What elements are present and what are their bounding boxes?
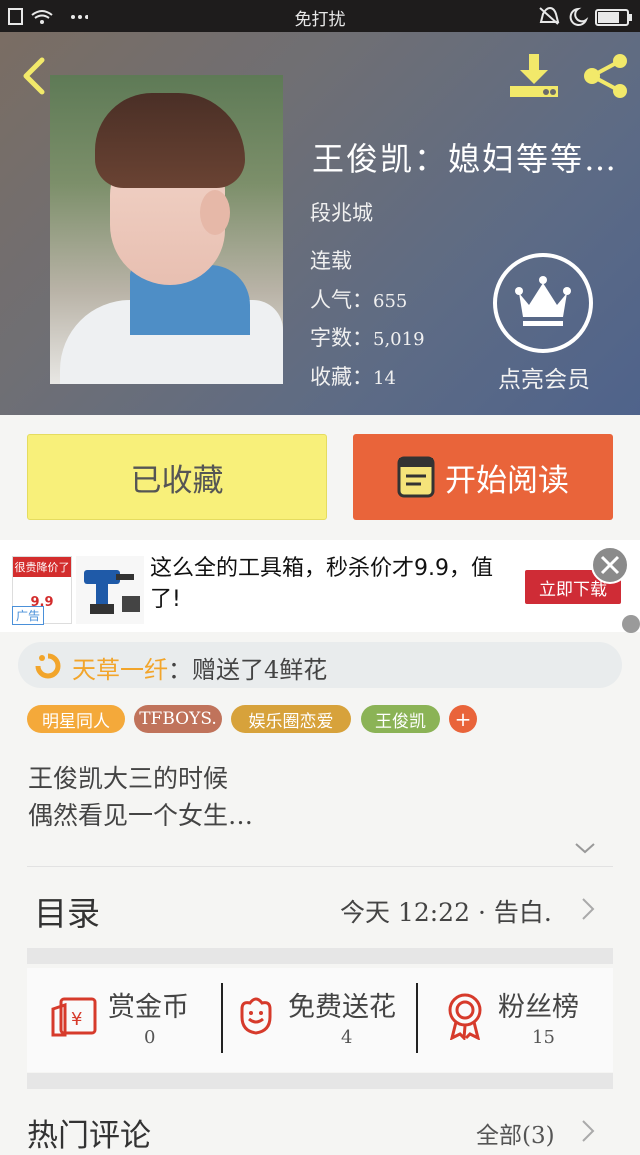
chevron-right-icon <box>582 898 595 920</box>
start-reading-button[interactable]: 开始阅读 <box>353 434 613 520</box>
divider <box>27 866 613 867</box>
hot-comments-label: 热门评论 <box>27 1118 151 1154</box>
fan-ranking-label: 粉丝榜 <box>498 992 579 1023</box>
flower-gift-icon <box>35 653 61 679</box>
book-title: 王俊凯：媳妇等等… <box>312 140 619 178</box>
summary-line-2: 偶然看见一个女生… <box>28 801 254 830</box>
share-icon[interactable] <box>580 52 632 100</box>
free-flower-value: 4 <box>341 1027 353 1048</box>
stat-separator <box>221 983 223 1053</box>
tip-coins-label: 赏金币 <box>108 992 189 1023</box>
tip-coins-value: 0 <box>144 1027 156 1048</box>
status-bar: 免打扰 <box>0 0 640 32</box>
all-comments-link[interactable]: 全部(3) <box>476 1116 555 1150</box>
stat-separator <box>416 983 418 1053</box>
section-separator <box>27 1073 613 1089</box>
favorites-row: 收藏：14 <box>310 361 396 391</box>
drill-image <box>76 556 144 624</box>
gift-user[interactable]: 天草一纤 <box>72 656 168 684</box>
book-author[interactable]: 段兆城 <box>310 197 373 227</box>
ad-text[interactable]: 这么全的工具箱，秒杀价才9.9，值了! <box>150 553 510 615</box>
summary-line-1: 王俊凯大三的时候 <box>28 764 229 793</box>
latest-chapter: 今天 12:22 · 告白. <box>340 898 552 927</box>
tag-tfboys[interactable]: TFBOYS. <box>134 705 222 733</box>
word-count-row: 字数：5,019 <box>310 322 425 352</box>
section-separator <box>27 948 613 964</box>
start-reading-label: 开始阅读 <box>445 462 569 499</box>
popularity-label: 人气： <box>310 288 373 312</box>
book-status: 连载 <box>310 249 352 273</box>
gift-message: ：赠送了4鲜花 <box>168 656 328 684</box>
back-arrow-icon[interactable] <box>16 56 52 96</box>
vip-label[interactable]: 点亮会员 <box>480 360 608 394</box>
gift-text: 天草一纤：赠送了4鲜花 <box>72 650 327 685</box>
ad-close-button[interactable] <box>591 546 629 584</box>
ad-info-icon[interactable] <box>622 615 640 633</box>
tag-wang-junkai[interactable]: 王俊凯 <box>361 705 440 733</box>
book-cover <box>50 75 283 384</box>
tag-star-fanfic[interactable]: 明星同人 <box>27 705 125 733</box>
book-icon <box>397 456 435 498</box>
favorited-label: 已收藏 <box>130 462 224 499</box>
vip-button[interactable] <box>493 253 593 353</box>
download-icon[interactable] <box>508 52 560 100</box>
favorites-value: 14 <box>373 368 396 389</box>
book-summary[interactable]: 王俊凯大三的时候 偶然看见一个女生… <box>28 760 253 834</box>
crown-icon <box>515 276 571 326</box>
ad-label: 广告 <box>12 606 45 625</box>
status-icons-right <box>539 6 632 26</box>
tag-showbiz-romance[interactable]: 娱乐圈恋爱 <box>231 705 351 733</box>
chevron-down-icon[interactable] <box>573 840 597 856</box>
free-flower-label: 免费送花 <box>288 992 396 1023</box>
chevron-right-icon[interactable] <box>580 1118 596 1144</box>
popularity-value: 655 <box>373 291 408 312</box>
favorites-label: 收藏： <box>310 365 373 389</box>
add-tag-button[interactable]: + <box>449 705 477 733</box>
word-count-value: 5,019 <box>373 329 425 350</box>
fan-ranking-value: 15 <box>532 1027 555 1048</box>
word-count-label: 字数： <box>310 326 373 350</box>
toc-label: 目录 <box>34 894 100 933</box>
favorited-button[interactable]: 已收藏 <box>27 434 327 520</box>
ad-thumb-heading: 很贵降价了 <box>13 557 71 577</box>
close-icon <box>600 555 620 575</box>
popularity-row: 人气：655 <box>310 284 407 314</box>
